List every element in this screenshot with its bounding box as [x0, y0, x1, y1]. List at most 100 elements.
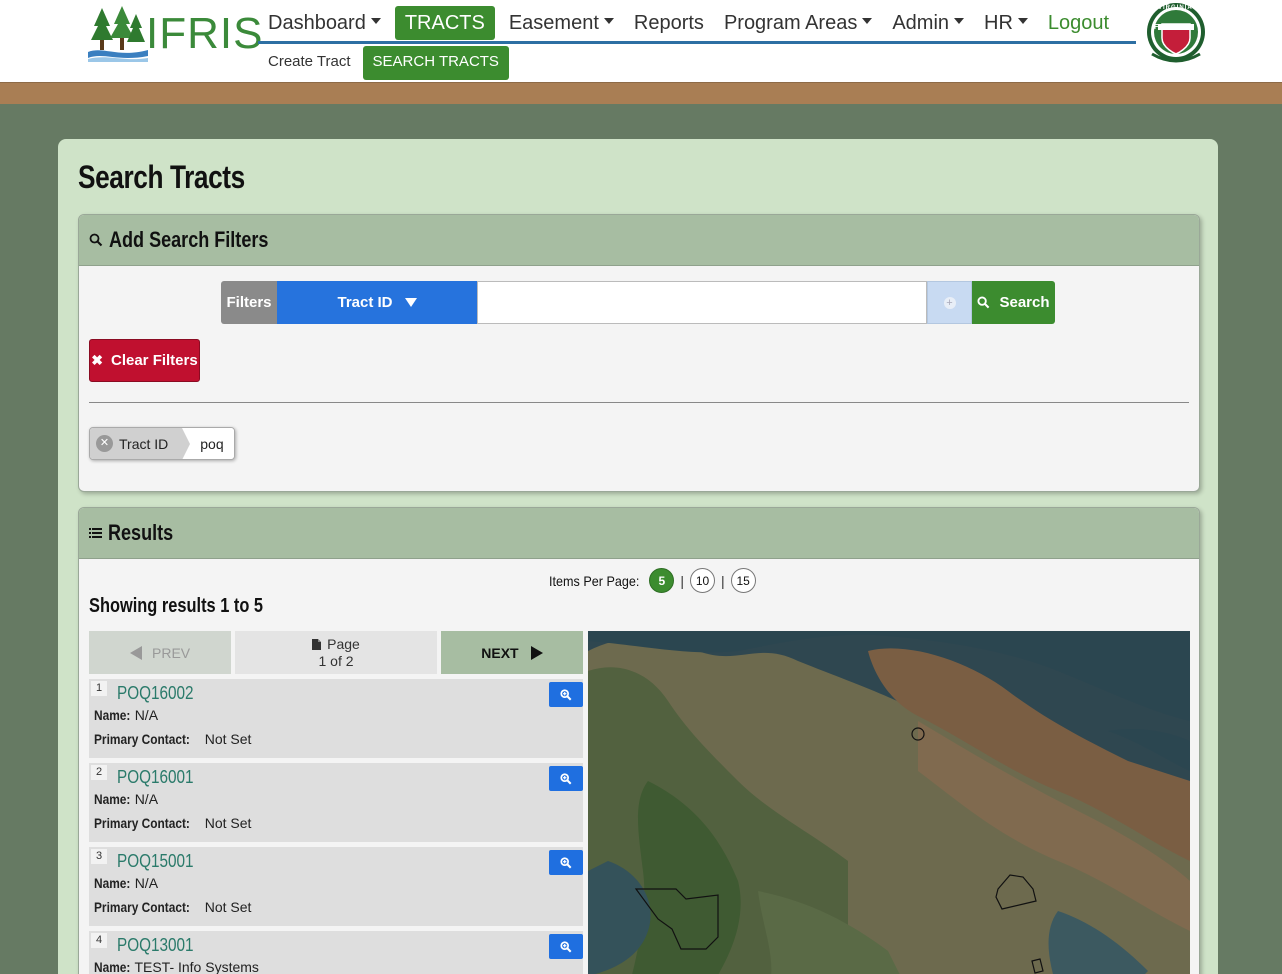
name-label: Name: [94, 875, 131, 891]
name-value: N/A [134, 791, 159, 807]
nav-hr[interactable]: HR [974, 6, 1038, 40]
results-panel: Results Items Per Page: 5 | 10 | 15 Show… [78, 507, 1200, 974]
prev-page-button[interactable]: PREV [89, 631, 232, 674]
tract-id-link[interactable]: POQ15001 [117, 851, 194, 872]
items-per-page-option[interactable]: 15 [730, 568, 756, 593]
tract-map[interactable] [588, 631, 1190, 974]
zoom-in-icon [560, 772, 572, 784]
nav-easement[interactable]: Easement [499, 6, 624, 40]
close-icon: ✖ [91, 352, 103, 368]
nav-admin[interactable]: Admin [882, 6, 974, 40]
seal-text-top: VIRGINIA [1158, 5, 1193, 11]
file-icon [312, 638, 322, 650]
items-per-page: Items Per Page: 5 | 10 | 15 [539, 568, 756, 593]
result-contact: Primary Contact: Not Set [94, 899, 251, 915]
top-navbar: IFRIS Dashboard TRACTS Easement Reports … [0, 0, 1282, 82]
result-number: 2 [91, 765, 107, 780]
items-per-page-option[interactable]: 5 [649, 568, 675, 593]
add-filter-button[interactable]: + [927, 281, 972, 324]
items-per-page-label: Items Per Page: [549, 572, 640, 589]
satellite-map-image [588, 631, 1190, 974]
chip-field-label: Tract ID [119, 435, 169, 452]
clear-filters-label: Clear Filters [111, 352, 198, 369]
page-label-row: Page [312, 636, 360, 653]
ifris-logo[interactable]: IFRIS [88, 4, 262, 62]
nav-reports-label: Reports [633, 11, 704, 34]
tract-id-link[interactable]: POQ16002 [117, 683, 194, 704]
name-label: Name: [94, 707, 131, 723]
filter-field-select[interactable]: Tract ID [277, 281, 477, 324]
nav-dashboard-label: Dashboard [268, 11, 366, 34]
contact-label: Primary Contact: [94, 899, 190, 915]
filter-bar: Filters Tract ID + Search [221, 281, 1055, 324]
tract-id-link[interactable]: POQ13001 [117, 935, 194, 956]
showing-results-text: Showing results 1 to 5 [89, 595, 264, 617]
nav-easement-label: Easement [508, 11, 599, 34]
filter-label: Filters [221, 281, 277, 324]
result-contact: Primary Contact: Not Set [94, 731, 251, 747]
search-icon [89, 233, 103, 247]
divider [89, 402, 1189, 403]
nav-tracts[interactable]: TRACTS [394, 5, 495, 40]
clear-filters-button[interactable]: ✖ Clear Filters [89, 339, 200, 382]
name-value: N/A [134, 707, 159, 723]
arrow-left-icon [130, 645, 142, 660]
separator: | [680, 572, 685, 589]
result-number: 1 [91, 681, 107, 696]
name-value: N/A [134, 875, 159, 891]
list-icon [89, 528, 102, 538]
zoom-in-icon [560, 688, 572, 700]
contact-label: Primary Contact: [94, 815, 190, 831]
nav-dashboard[interactable]: Dashboard [258, 6, 391, 40]
caret-down-icon [862, 18, 873, 25]
zoom-in-icon [560, 940, 572, 952]
nav-tracts-label: TRACTS [404, 11, 485, 34]
nav-reports[interactable]: Reports [624, 6, 714, 40]
main-container: Search Tracts Add Search Filters Filters… [58, 139, 1218, 974]
results-header: Results [79, 508, 1199, 559]
result-number: 3 [91, 849, 107, 864]
nav-program-areas[interactable]: Program Areas [714, 6, 882, 40]
zoom-to-tract-button[interactable] [549, 934, 583, 959]
search-button[interactable]: Search [972, 281, 1055, 324]
tract-id-link[interactable]: POQ16001 [117, 767, 194, 788]
sub-nav: Create Tract SEARCH TRACTS [258, 46, 509, 80]
result-name: Name: N/A [94, 875, 158, 891]
search-filters-title: Add Search Filters [109, 227, 269, 252]
nav-logout[interactable]: Logout [1038, 6, 1119, 40]
result-number: 4 [91, 933, 107, 948]
logo-text: IFRIS [146, 9, 264, 58]
zoom-to-tract-button[interactable] [549, 850, 583, 875]
zoom-to-tract-button[interactable] [549, 766, 583, 791]
remove-filter-icon[interactable]: ✕ [96, 435, 113, 452]
items-per-page-option[interactable]: 10 [690, 568, 716, 593]
subnav-search-tracts[interactable]: SEARCH TRACTS [362, 46, 509, 80]
caret-down-icon [370, 18, 381, 25]
subnav-create-tract[interactable]: Create Tract [258, 46, 361, 80]
contact-label: Primary Contact: [94, 731, 190, 747]
contact-value: Not Set [204, 815, 252, 831]
nav-hr-label: HR [984, 11, 1013, 34]
zoom-in-icon [560, 856, 572, 868]
next-label: NEXT [481, 644, 519, 661]
arrow-right-icon [530, 645, 543, 660]
search-filters-header: Add Search Filters [79, 215, 1199, 266]
result-name: Name: N/A [94, 791, 158, 807]
caret-down-icon [603, 18, 614, 25]
nav-admin-label: Admin [892, 11, 950, 34]
zoom-to-tract-button[interactable] [549, 682, 583, 707]
page-of: 1 of 2 [318, 652, 354, 669]
search-filters-panel: Add Search Filters Filters Tract ID + Se… [78, 214, 1200, 492]
page-label: Page [327, 635, 360, 652]
prev-label: PREV [152, 644, 191, 661]
next-page-button[interactable]: NEXT [440, 631, 583, 674]
nav-program-areas-label: Program Areas [723, 11, 858, 34]
header-accent-bar [0, 82, 1282, 104]
active-filter-chip: ✕ Tract ID poq [89, 427, 235, 460]
result-name: Name: TEST- Info Systems [94, 959, 259, 974]
filter-value-input[interactable] [477, 281, 927, 324]
separator: | [721, 572, 725, 589]
virginia-forestry-seal-icon[interactable] [1144, 2, 1208, 66]
tree-logo-icon [88, 6, 148, 62]
result-item: 3 POQ15001 Name: N/A Primary Contact: No… [89, 847, 583, 926]
